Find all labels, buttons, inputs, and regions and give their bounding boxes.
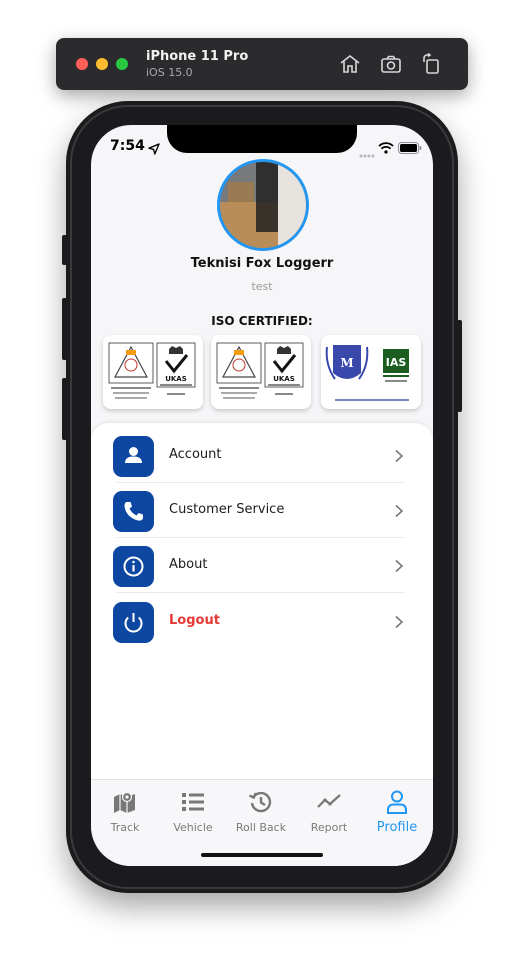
- profile-avatar[interactable]: [217, 159, 309, 251]
- home-indicator[interactable]: [201, 853, 323, 857]
- map-icon: [111, 788, 139, 816]
- menu-item-logout[interactable]: Logout: [113, 594, 405, 649]
- profile-name: Teknisi Fox Loggerr: [190, 256, 334, 271]
- chevron-right-icon: [393, 503, 405, 518]
- volume-up-button: [62, 298, 67, 360]
- history-icon: [247, 788, 275, 816]
- simulator-title-bar: iPhone 11 Pro iOS 15.0: [56, 38, 468, 90]
- tab-label-profile: Profile: [376, 820, 418, 835]
- battery-icon: [398, 139, 422, 158]
- chevron-right-icon: [393, 448, 405, 463]
- wifi-icon: [378, 139, 394, 158]
- close-window-button[interactable]: [76, 58, 88, 70]
- zoom-window-button[interactable]: [116, 58, 128, 70]
- certificate-card-1[interactable]: UKAS: [103, 335, 203, 409]
- menu-label-logout: Logout: [169, 613, 220, 628]
- app-screen: 7:54 Teknisi Fox Loggerr test ISO CERTIF…: [91, 125, 433, 866]
- notch: [167, 125, 357, 153]
- minimize-window-button[interactable]: [96, 58, 108, 70]
- svg-text:M: M: [340, 356, 353, 370]
- menu-label-about: About: [169, 557, 208, 572]
- menu-label-account: Account: [169, 447, 222, 462]
- menu-item-about[interactable]: About: [113, 538, 405, 593]
- divider: [117, 592, 405, 593]
- certificate-card-2[interactable]: UKAS: [211, 335, 311, 409]
- person-outline-icon: [383, 788, 411, 816]
- ukas-text-2: UKAS: [273, 375, 295, 383]
- ias-text: IAS: [386, 356, 407, 369]
- power-side-button: [457, 320, 462, 412]
- tab-vehicle[interactable]: Vehicle: [159, 788, 227, 838]
- iso-heading: ISO CERTIFIED:: [211, 314, 313, 328]
- tab-label-roll-back: Roll Back: [235, 821, 287, 834]
- device-name: iPhone 11 Pro: [146, 49, 249, 64]
- location-arrow-icon: [148, 140, 160, 159]
- tab-label-vehicle: Vehicle: [173, 821, 213, 834]
- settings-menu: Account Customer Service About Logout: [91, 423, 433, 783]
- chevron-right-icon: [393, 614, 405, 629]
- list-icon: [179, 788, 207, 816]
- home-icon[interactable]: [338, 52, 362, 76]
- screenshot-icon[interactable]: [379, 52, 403, 76]
- trend-icon: [315, 788, 343, 816]
- tab-profile[interactable]: Profile: [363, 788, 431, 838]
- person-icon: [113, 436, 154, 477]
- tab-label-track: Track: [110, 821, 140, 834]
- info-icon: [113, 546, 154, 587]
- profile-username: test: [251, 280, 273, 293]
- volume-down-button: [62, 378, 67, 440]
- chevron-right-icon: [393, 558, 405, 573]
- ukas-text-1: UKAS: [165, 375, 187, 383]
- mute-switch: [62, 235, 67, 265]
- menu-item-account[interactable]: Account: [113, 428, 405, 483]
- status-time: 7:54: [110, 138, 145, 154]
- tab-label-report: Report: [310, 821, 348, 834]
- tab-track[interactable]: Track: [91, 788, 159, 838]
- menu-label-customer-service: Customer Service: [169, 502, 285, 517]
- certificate-card-3[interactable]: M IAS: [321, 335, 421, 409]
- power-icon: [113, 602, 154, 643]
- menu-item-customer-service[interactable]: Customer Service: [113, 483, 405, 538]
- tab-roll-back[interactable]: Roll Back: [227, 788, 295, 838]
- os-version: iOS 15.0: [146, 66, 193, 79]
- phone-icon: [113, 491, 154, 532]
- cellular-signal-icon: [359, 144, 375, 163]
- rotate-icon[interactable]: [420, 52, 444, 76]
- tab-report[interactable]: Report: [295, 788, 363, 838]
